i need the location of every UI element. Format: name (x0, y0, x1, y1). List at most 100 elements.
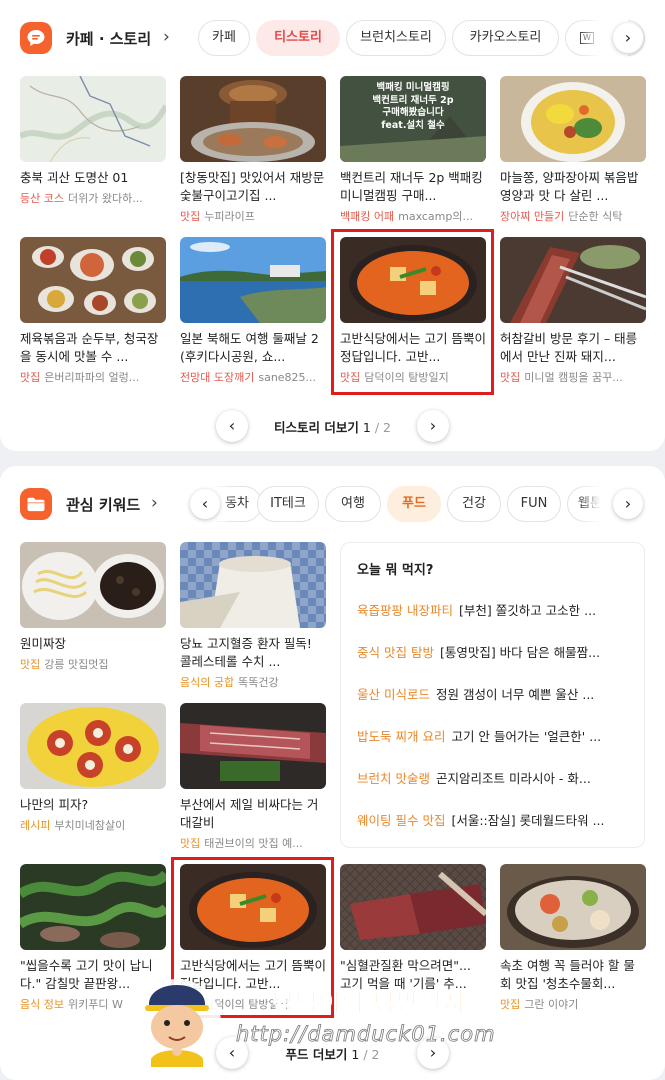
chip-cafe[interactable]: 카페 (198, 20, 250, 56)
item-tag: 음식 정보 (20, 998, 64, 1011)
chip-tistory[interactable]: 티스토리 (256, 20, 340, 56)
section-title[interactable]: 카페 · 스토리 (66, 28, 151, 49)
chip-it-tech[interactable]: IT테크 (257, 486, 319, 522)
item-meta: 전망대 도장깨기 sane825... (180, 369, 326, 385)
item-source: 더위가 왔다하... (67, 192, 143, 205)
item-tag: 음식의 궁합 (180, 676, 235, 689)
chip-kakaostory[interactable]: 카카오스토리 (452, 20, 559, 56)
panel-keyword: 밥도둑 찌개 요리 (357, 729, 446, 744)
list-item[interactable]: 충북 괴산 도명산 01 등산 코스 더위가 왔다하... (20, 76, 166, 206)
section-title[interactable]: 관심 키워드 (66, 494, 140, 515)
panel-keyword: 브런치 맛술랭 (357, 771, 430, 786)
item-tag: 맛집 (20, 371, 41, 384)
panel-text: 정원 갬성이 너무 예쁜 울산 ... (435, 687, 595, 702)
item-title: 원미짜장 (20, 636, 67, 651)
thumbnail-galbi (500, 237, 646, 323)
item-title: 당뇨 고지혈증 환자 필독! 콜레스테롤 수치 ... (180, 636, 312, 669)
avatar-illustration (131, 967, 223, 1067)
highlight-box (331, 229, 494, 395)
watermark-url: http://damduck01.com (236, 1022, 496, 1047)
list-item[interactable]: 제육볶음과 순두부, 청국장을 동시에 맛볼 수 ... 맛집 은버리파파의 얼렁… (20, 237, 166, 385)
total-pages: / 2 (374, 420, 391, 435)
chip-next-button[interactable]: › (613, 23, 643, 53)
panel-row[interactable]: 밥도둑 찌개 요리 고기 안 들어가는 '얼큰한' ... (357, 726, 631, 745)
thumb-caption: 백컨트리 재너두 2p (372, 94, 454, 106)
item-source: 단순한 식탁 (568, 210, 623, 223)
item-title: 충북 괴산 도명산 01 (20, 170, 129, 185)
item-meta: 맛집 강릉 맛집멋집 (20, 656, 166, 672)
thumbnail-beef-ribs (180, 703, 326, 789)
chip-food[interactable]: 푸드 (387, 486, 441, 522)
item-meta: 등산 코스 더위가 왔다하... (20, 190, 166, 206)
list-item[interactable]: 백패킹 미니멀캠핑 백컨트리 재너두 2p 구매해봤습니다 feat.설치 철수… (340, 76, 486, 224)
item-tag: 등산 코스 (20, 192, 64, 205)
chevron-right-icon[interactable]: › (151, 493, 158, 513)
thumb-caption: 백패킹 미니멀캠핑 (376, 82, 450, 93)
item-title: 마늘쫑, 양파장아찌 볶음밥 영양과 맛 다 살린 ... (500, 170, 639, 203)
list-item[interactable]: 마늘쫑, 양파장아찌 볶음밥 영양과 맛 다 살린 ... 장아찌 만들기 단순한… (500, 76, 646, 224)
item-meta: 음식의 궁합 똑똑건강 (180, 674, 326, 690)
item-tag: 맛집 (500, 998, 521, 1011)
item-source: sane825... (258, 371, 317, 384)
panel-keyword: 울산 미식로드 (357, 687, 430, 702)
thumbnail-pizza (20, 703, 166, 789)
item-source: 위키푸디 W (67, 998, 123, 1011)
item-meta: 백패킹 어패 maxcamp의... (340, 208, 486, 224)
thumbnail-korean-table (20, 237, 166, 323)
item-title: 일본 북해도 여행 둘째날 2(후키다시공원, 쇼... (180, 331, 319, 364)
item-tag: 레시피 (20, 819, 51, 832)
watermark-title: 담덕이의 탐방일지 (272, 989, 466, 1018)
list-item[interactable]: 부산에서 제일 비싸다는 거대갈비 맛집 태권브이의 맛집 예... (180, 703, 326, 851)
pager-label[interactable]: 티스토리 더보기 1 / 2 (0, 417, 665, 436)
panel-keyword: 웨이팅 필수 맛집 (357, 813, 446, 828)
next-page-button[interactable]: › (417, 410, 449, 442)
item-meta: 맛집 미니멀 캠핑을 꿈꾸... (500, 369, 646, 385)
chip-travel[interactable]: 여행 (325, 486, 381, 522)
chip-brunch[interactable]: 브런치스토리 (346, 20, 446, 56)
thumbnail-rice-flour (180, 542, 326, 628)
pager-label[interactable]: 푸드 더보기 1 / 2 (0, 1044, 665, 1063)
item-tag: 전망대 도장깨기 (180, 371, 255, 384)
list-item[interactable]: 나만의 피자? 레시피 부치미네참살이 (20, 703, 166, 833)
list-item[interactable]: 속초 여행 꼭 들러야 할 물회 맛집 '청초수물회... 맛집 그란 이야기 (500, 864, 646, 1012)
item-source: 미니멀 캠핑을 꿈꾸... (524, 371, 623, 384)
list-item[interactable]: 원미짜장 맛집 강릉 맛집멋집 (20, 542, 166, 672)
thumb-caption: 구매해봤습니다 (382, 107, 444, 118)
item-title: 부산에서 제일 비싸다는 거대갈비 (180, 797, 319, 830)
panel-title: 오늘 뭐 먹지? (357, 563, 434, 578)
panel-row[interactable]: 울산 미식로드 정원 갬성이 너무 예쁜 울산 ... (357, 684, 631, 703)
panel-text: 고기 안 들어가는 '얼큰한' ... (451, 729, 602, 744)
chat-bubble-icon (20, 22, 52, 54)
list-item[interactable]: 당뇨 고지혈증 환자 필독! 콜레스테롤 수치 ... 음식의 궁합 똑똑건강 (180, 542, 326, 690)
chevron-right-icon[interactable]: › (163, 27, 170, 47)
panel-text: [통영맛집] 바다 담은 해물짬... (439, 645, 601, 660)
panel-row[interactable]: 웨이팅 필수 맛집 [서울::잠실] 롯데월드타워 ... (357, 810, 631, 829)
chip-fun[interactable]: FUN (507, 486, 561, 522)
panel-row[interactable]: 육즙팡팡 내장파티 [부천] 쫄깃하고 고소한 ... (357, 600, 631, 619)
thumbnail-rice-bowl (500, 76, 646, 162)
more-link: 티스토리 더보기 (274, 420, 359, 435)
list-item[interactable]: 허참갈비 방문 후기 – 태릉에서 만난 진짜 돼지... 맛집 미니멀 캠핑을 … (500, 237, 646, 385)
item-meta: 맛집 은버리파파의 얼렁... (20, 369, 166, 385)
panel-row[interactable]: 브런치 맛술랭 곤지암리조트 미라시아 - 화... (357, 768, 631, 787)
item-tag: 백패킹 어패 (340, 210, 395, 223)
current-page: 1 (351, 1047, 360, 1062)
panel-row[interactable]: 중식 맛집 탐방 [통영맛집] 바다 담은 해물짬... (357, 642, 631, 661)
item-tag: 맛집 (180, 210, 201, 223)
item-meta: 맛집 그란 이야기 (500, 996, 646, 1012)
chip-prev-button[interactable]: ‹ (190, 489, 220, 519)
keyword-header: 관심 키워드 › 동차 IT테크 여행 푸드 건강 FUN 웹툰 ‹ › (18, 484, 647, 524)
panel-text: [부천] 쫄깃하고 고소한 ... (458, 603, 597, 618)
thumbnail-tent: 백패킹 미니멀캠핑 백컨트리 재너두 2p 구매해봤습니다 feat.설치 철수 (340, 76, 486, 162)
list-item[interactable]: [창동맛집] 맛있어서 재방문 숯불구이고기집 ... 맛집 누피라이프 (180, 76, 326, 224)
thumbnail-greens (20, 864, 166, 950)
list-item[interactable]: "심혈관질환 막으려면"... 고기 먹을 때 '기름' 추... (340, 864, 486, 993)
item-title: 제육볶음과 순두부, 청국장을 동시에 맛볼 수 ... (20, 331, 159, 364)
item-meta: 맛집 태권브이의 맛집 예... (180, 835, 326, 851)
item-tag: 장아찌 만들기 (500, 210, 565, 223)
current-page: 1 (362, 420, 371, 435)
chip-health[interactable]: 건강 (447, 486, 501, 522)
folder-icon (20, 488, 52, 520)
chip-next-button[interactable]: › (613, 489, 643, 519)
list-item[interactable]: 일본 북해도 여행 둘째날 2(후키다시공원, 쇼... 전망대 도장깨기 san… (180, 237, 326, 385)
